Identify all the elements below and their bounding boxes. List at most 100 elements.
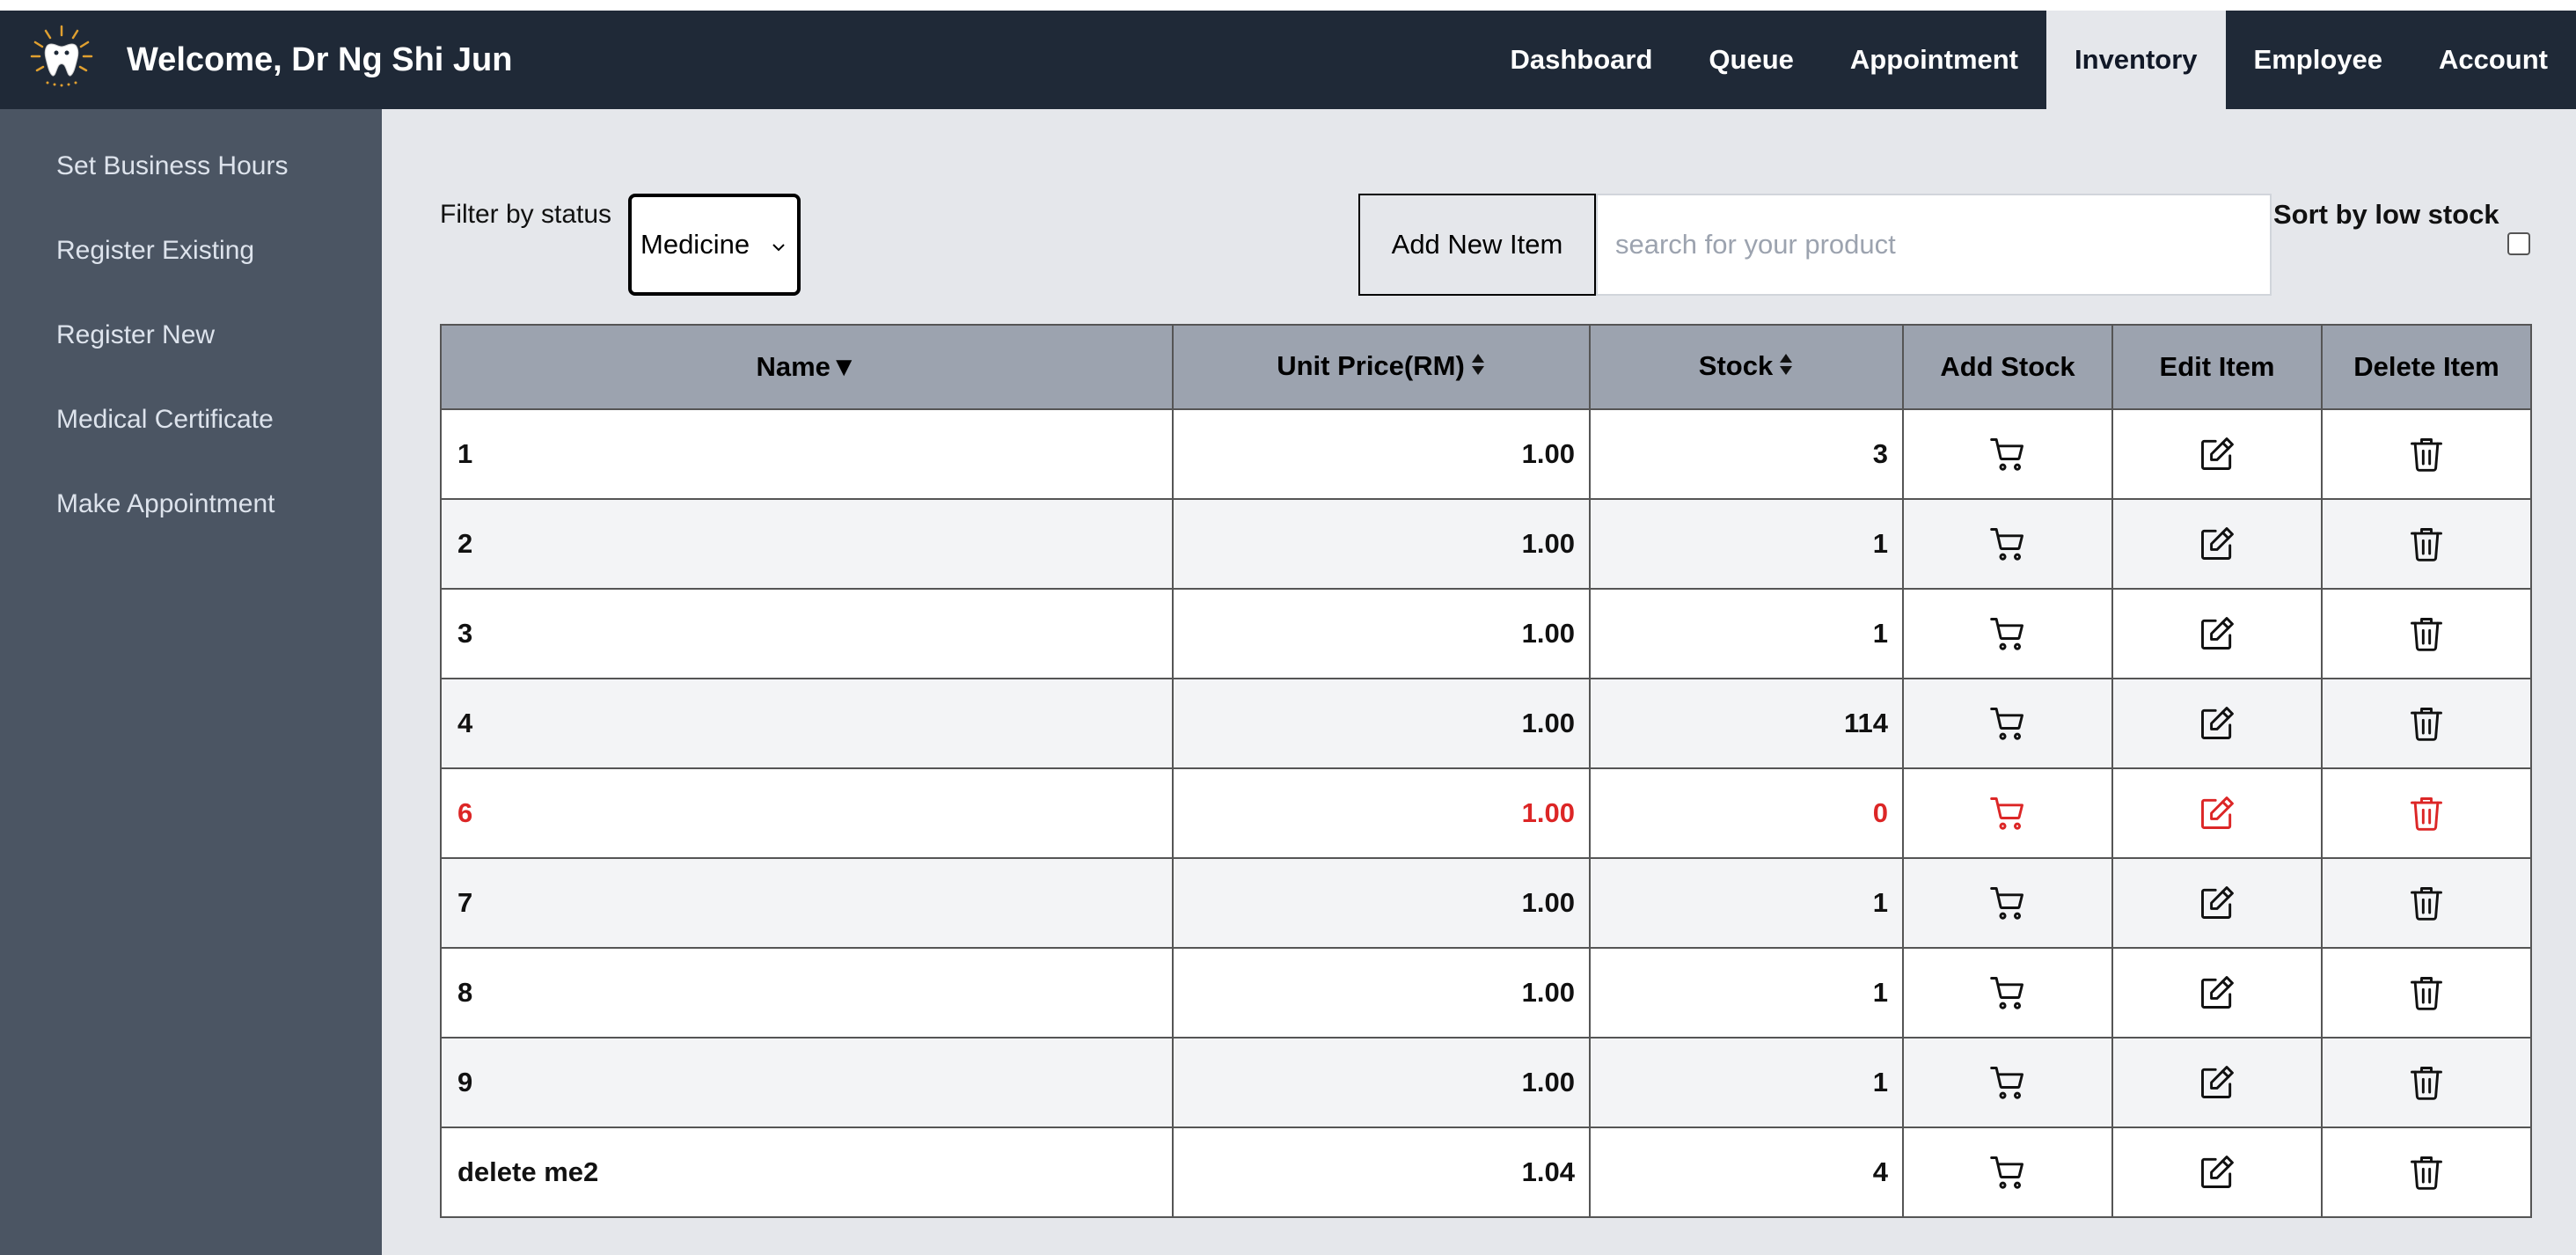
- nav-queue[interactable]: Queue: [1680, 11, 1821, 109]
- add-stock-cell: [1902, 408, 2113, 500]
- delete-item-cell: [2321, 588, 2532, 679]
- stock-cell: 1: [1589, 857, 1904, 949]
- header-add-stock: Add Stock: [1902, 324, 2113, 410]
- nav-employee[interactable]: Employee: [2226, 11, 2411, 109]
- nav-links: Dashboard Queue Appointment Inventory Em…: [1482, 11, 2576, 109]
- add-stock-cell: [1902, 1037, 2113, 1128]
- trash-icon[interactable]: [2407, 614, 2446, 653]
- trash-icon[interactable]: [2407, 1153, 2446, 1192]
- sidebar: Set Business Hours Register Existing Reg…: [0, 109, 382, 1255]
- delete-item-cell: [2321, 1127, 2532, 1218]
- cart-icon[interactable]: [1988, 1063, 2027, 1102]
- edit-icon[interactable]: [2198, 794, 2236, 833]
- inventory-table: Name▼ Unit Price(RM) Stock Add Stock Edi…: [440, 324, 2532, 1218]
- stock-cell: 114: [1589, 678, 1904, 769]
- trash-icon[interactable]: [2407, 1063, 2446, 1102]
- trash-icon[interactable]: [2407, 973, 2446, 1012]
- status-filter-select[interactable]: Medicine: [628, 194, 801, 296]
- stock-cell: 1: [1589, 588, 1904, 679]
- edit-icon[interactable]: [2198, 435, 2236, 473]
- trash-icon[interactable]: [2407, 525, 2446, 563]
- delete-item-cell: [2321, 1037, 2532, 1128]
- item-name-cell: 9: [440, 1037, 1174, 1128]
- unit-price-cell: 1.00: [1172, 947, 1591, 1038]
- unit-price-cell: 1.00: [1172, 408, 1591, 500]
- edit-item-cell: [2111, 1127, 2323, 1218]
- table-header-row: Name▼ Unit Price(RM) Stock Add Stock Edi…: [440, 324, 2532, 410]
- top-strip: [0, 0, 2576, 11]
- header-edit-item: Edit Item: [2111, 324, 2323, 410]
- sidebar-item-register-new[interactable]: Register New: [56, 320, 215, 350]
- item-name-cell: 1: [440, 408, 1174, 500]
- cart-icon[interactable]: [1988, 525, 2027, 563]
- trash-icon[interactable]: [2407, 435, 2446, 473]
- sort-icon: [1778, 352, 1794, 384]
- stock-cell: 4: [1589, 1127, 1904, 1218]
- sidebar-item-register-existing[interactable]: Register Existing: [56, 236, 254, 266]
- cart-icon[interactable]: [1988, 704, 2027, 743]
- welcome-title: Welcome, Dr Ng Shi Jun: [127, 41, 513, 78]
- nav-inventory[interactable]: Inventory: [2046, 11, 2226, 109]
- cart-icon[interactable]: [1988, 973, 2027, 1012]
- sort-low-stock-checkbox[interactable]: [2507, 232, 2530, 255]
- nav-account[interactable]: Account: [2411, 11, 2576, 109]
- cart-icon[interactable]: [1988, 435, 2027, 473]
- nav-dashboard[interactable]: Dashboard: [1482, 11, 1680, 109]
- add-stock-cell: [1902, 947, 2113, 1038]
- edit-icon[interactable]: [2198, 525, 2236, 563]
- edit-icon[interactable]: [2198, 1063, 2236, 1102]
- header-stock[interactable]: Stock: [1589, 324, 1904, 410]
- cart-icon[interactable]: [1988, 1153, 2027, 1192]
- filter-label: Filter by status: [440, 200, 612, 229]
- stock-cell: 1: [1589, 498, 1904, 590]
- add-stock-cell: [1902, 857, 2113, 949]
- edit-icon[interactable]: [2198, 1153, 2236, 1192]
- edit-item-cell: [2111, 498, 2323, 590]
- table-row: 1 1.00 3: [440, 408, 2532, 500]
- delete-item-cell: [2321, 857, 2532, 949]
- main-content: Filter by status Medicine Add New Item S…: [382, 109, 2576, 1255]
- edit-icon[interactable]: [2198, 884, 2236, 922]
- edit-icon[interactable]: [2198, 614, 2236, 653]
- unit-price-cell: 1.00: [1172, 588, 1591, 679]
- unit-price-cell: 1.00: [1172, 857, 1591, 949]
- table-row: 9 1.00 1: [440, 1037, 2532, 1128]
- header-name[interactable]: Name▼: [440, 324, 1174, 410]
- sidebar-item-medical-certificate[interactable]: Medical Certificate: [56, 405, 274, 435]
- table-row: 3 1.00 1: [440, 588, 2532, 679]
- product-search-input[interactable]: [1596, 194, 2272, 296]
- header-unit-price-label: Unit Price(RM): [1277, 350, 1465, 382]
- unit-price-cell: 1.00: [1172, 767, 1591, 859]
- unit-price-cell: 1.00: [1172, 1037, 1591, 1128]
- sidebar-item-make-appointment[interactable]: Make Appointment: [56, 489, 274, 519]
- cart-icon[interactable]: [1988, 884, 2027, 922]
- cart-icon[interactable]: [1988, 794, 2027, 833]
- stock-cell: 0: [1589, 767, 1904, 859]
- item-name-cell: 7: [440, 857, 1174, 949]
- tooth-logo-icon[interactable]: [28, 23, 95, 90]
- inventory-table-body: 1 1.00 3 2 1.00 1 3 1.00 1 4 1.00 114 6 …: [440, 408, 2532, 1218]
- nav-appointment[interactable]: Appointment: [1822, 11, 2046, 109]
- add-stock-cell: [1902, 767, 2113, 859]
- stock-cell: 1: [1589, 1037, 1904, 1128]
- header-unit-price[interactable]: Unit Price(RM): [1172, 324, 1591, 410]
- edit-icon[interactable]: [2198, 704, 2236, 743]
- add-stock-cell: [1902, 678, 2113, 769]
- unit-price-cell: 1.00: [1172, 678, 1591, 769]
- stock-cell: 1: [1589, 947, 1904, 1038]
- edit-icon[interactable]: [2198, 973, 2236, 1012]
- trash-icon[interactable]: [2407, 704, 2446, 743]
- delete-item-cell: [2321, 767, 2532, 859]
- sort-icon: [1470, 352, 1486, 384]
- table-row: 2 1.00 1: [440, 498, 2532, 590]
- delete-item-cell: [2321, 678, 2532, 769]
- item-name-cell: 8: [440, 947, 1174, 1038]
- cart-icon[interactable]: [1988, 614, 2027, 653]
- sidebar-item-set-business-hours[interactable]: Set Business Hours: [56, 151, 288, 181]
- trash-icon[interactable]: [2407, 884, 2446, 922]
- edit-item-cell: [2111, 408, 2323, 500]
- add-new-item-button[interactable]: Add New Item: [1358, 194, 1596, 296]
- edit-item-cell: [2111, 857, 2323, 949]
- trash-icon[interactable]: [2407, 794, 2446, 833]
- edit-item-cell: [2111, 588, 2323, 679]
